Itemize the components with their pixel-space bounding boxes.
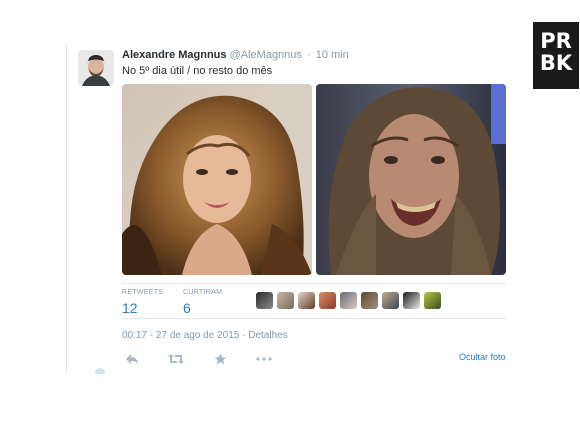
hide-photo-link[interactable]: Ocultar foto	[459, 352, 506, 362]
likes-label: CURTIRAM	[183, 289, 223, 296]
liker-avatar[interactable]	[424, 292, 441, 309]
more-icon	[256, 357, 272, 361]
header-separator: ·	[306, 49, 311, 61]
tweet-time-ago[interactable]: 10 min	[316, 49, 349, 61]
liker-avatar[interactable]	[361, 292, 378, 309]
favorite-icon	[214, 353, 226, 365]
tweet-actions	[122, 352, 274, 366]
tweet-photo-right[interactable]	[316, 84, 506, 275]
prbk-logo-line2: BK	[539, 51, 573, 75]
stats-top-divider	[122, 283, 506, 284]
prbk-logo: PR BK	[533, 22, 579, 89]
details-link[interactable]: Detalhes	[248, 330, 287, 341]
author-name[interactable]: Alexandre Magnnus	[122, 49, 227, 61]
more-button[interactable]	[254, 352, 274, 366]
prbk-logo-line1: PR	[540, 29, 572, 53]
likes-stat[interactable]: CURTIRAM 6	[183, 289, 222, 316]
liker-avatar[interactable]	[403, 292, 420, 309]
retweet-icon	[168, 354, 184, 364]
timestamp-text: 00:17 - 27 de ago de 2015	[122, 330, 240, 341]
author-handle[interactable]: @AleMagnnus	[230, 49, 302, 61]
tweet-text: No 5º dia útil / no resto do mês	[122, 65, 273, 77]
retweet-button[interactable]	[166, 352, 186, 366]
retweets-label: RETWEETS	[122, 289, 164, 296]
retweets-count[interactable]: 12	[122, 300, 163, 316]
tweet-timestamp: 00:17 - 27 de ago de 2015 · Detalhes	[122, 330, 288, 341]
liker-avatar[interactable]	[382, 292, 399, 309]
stats-bottom-divider	[122, 318, 506, 319]
reply-button[interactable]	[122, 352, 142, 366]
likes-count[interactable]: 6	[183, 300, 222, 316]
bubble-decoration	[95, 368, 105, 374]
author-avatar[interactable]	[78, 50, 114, 86]
liker-avatar[interactable]	[298, 292, 315, 309]
tweet-header: Alexandre Magnnus @AleMagnnus · 10 min	[122, 49, 349, 61]
liker-avatar[interactable]	[277, 292, 294, 309]
tweet-photo-left[interactable]	[122, 84, 312, 275]
liker-avatar[interactable]	[340, 292, 357, 309]
retweets-stat[interactable]: RETWEETS 12	[122, 289, 163, 316]
liker-avatars	[256, 292, 441, 309]
liker-avatar[interactable]	[256, 292, 273, 309]
liker-avatar[interactable]	[319, 292, 336, 309]
timestamp-separator: ·	[242, 330, 246, 341]
favorite-button[interactable]	[210, 352, 230, 366]
reply-icon	[126, 354, 138, 364]
